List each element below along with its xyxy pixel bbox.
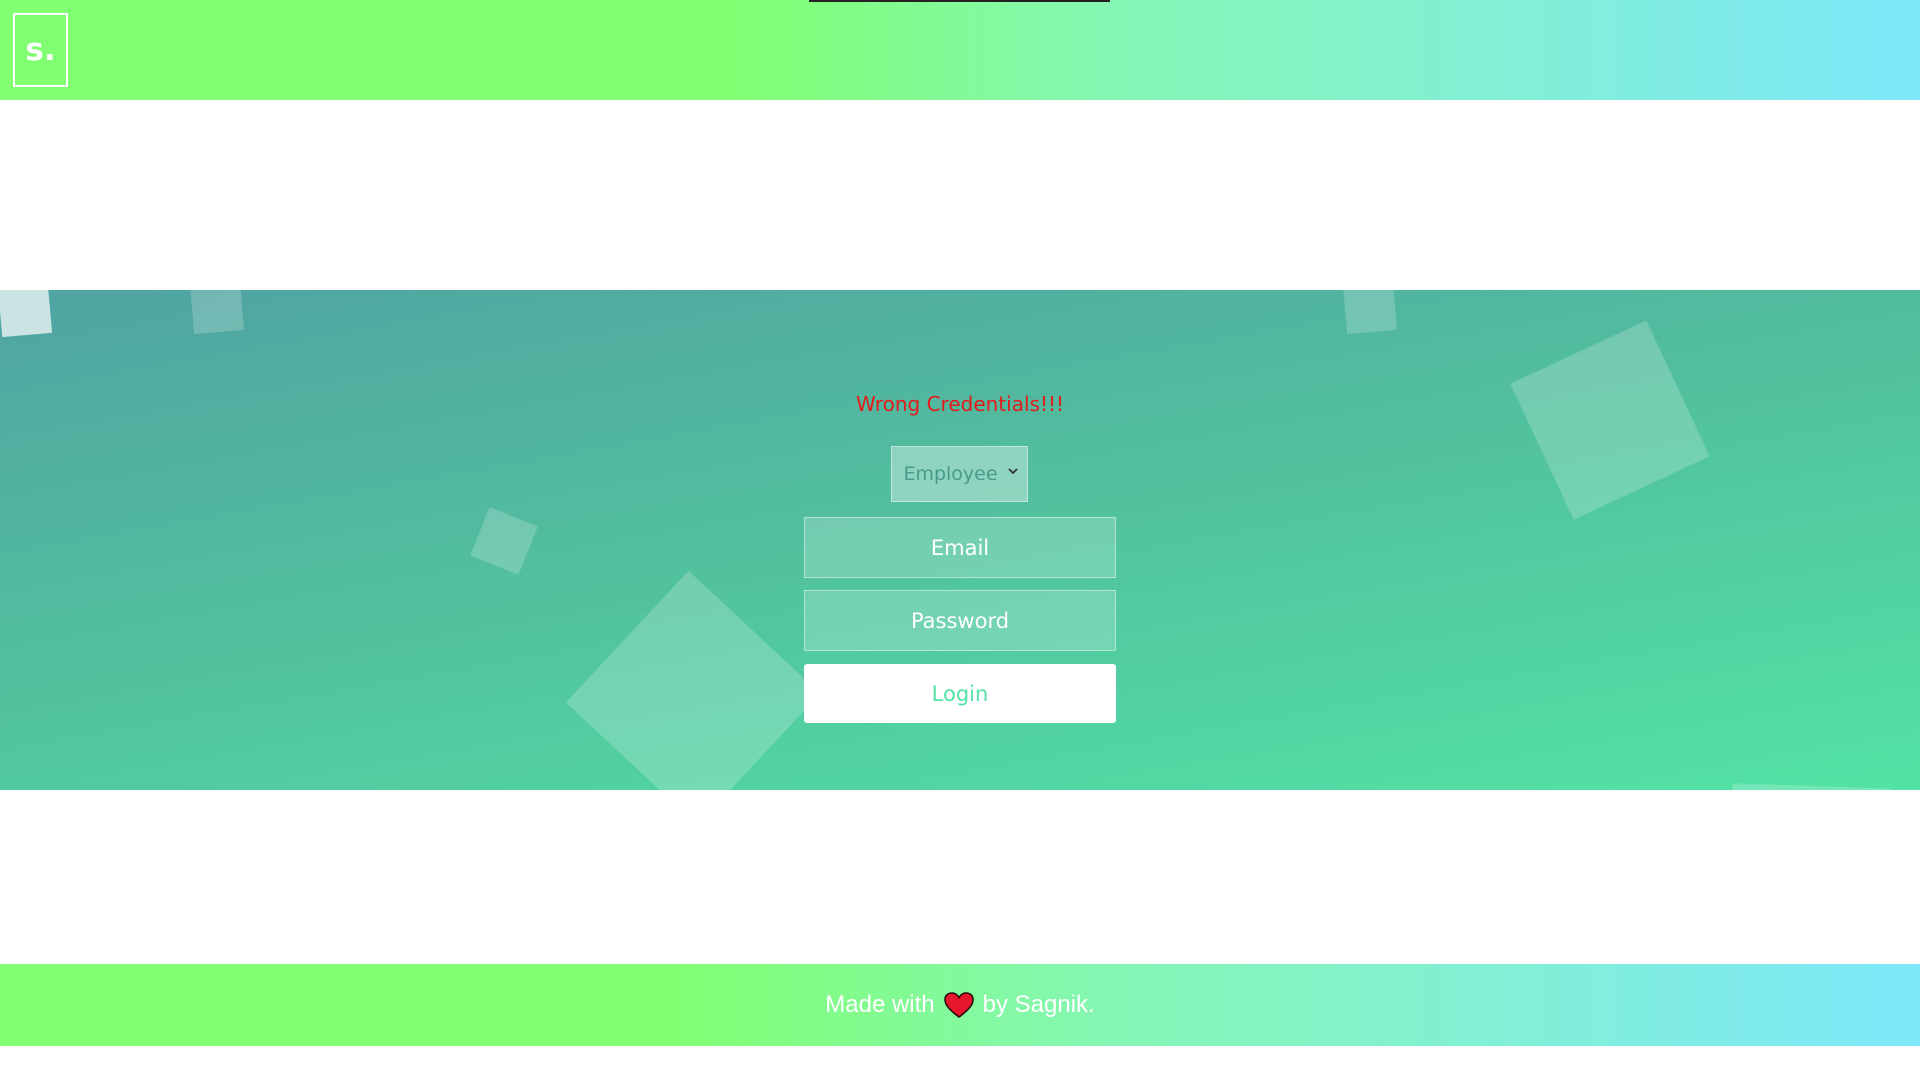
footer: Made with by Sagnik. xyxy=(0,964,1920,1046)
role-select-value: Employee xyxy=(903,463,998,485)
login-button-label: Login xyxy=(931,681,989,706)
top-header: s. xyxy=(0,0,1920,100)
footer-prefix: Made with xyxy=(825,991,935,1018)
email-field[interactable]: Email xyxy=(804,517,1116,578)
top-divider xyxy=(809,0,1110,2)
login-button[interactable]: Login xyxy=(804,664,1116,723)
error-message: Wrong Credentials!!! xyxy=(855,392,1065,416)
email-placeholder: Email xyxy=(930,535,990,560)
login-hero: Wrong Credentials!!! Employee Email Pass… xyxy=(0,290,1920,790)
login-form: Wrong Credentials!!! Employee Email Pass… xyxy=(0,290,1920,790)
chevron-down-icon xyxy=(1007,463,1019,481)
password-placeholder: Password xyxy=(910,608,1010,633)
role-select[interactable]: Employee xyxy=(891,446,1028,502)
logo[interactable]: s. xyxy=(13,13,68,87)
password-field[interactable]: Password xyxy=(804,590,1116,651)
footer-suffix: by Sagnik. xyxy=(982,991,1095,1018)
heart-icon xyxy=(943,991,974,1019)
